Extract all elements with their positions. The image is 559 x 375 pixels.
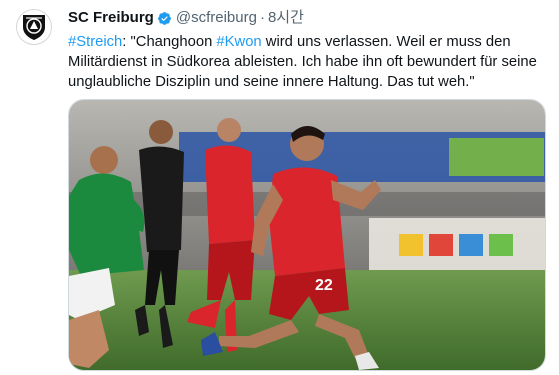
tweet-text-line-1: #Streich: "Changhoon #Kwon wird uns verl… [68,32,546,52]
text-segment: : "Changhoon [122,34,217,50]
hashtag-kwon[interactable]: #Kwon [216,34,261,50]
separator-dot: · [259,9,265,26]
tweet-text-line-2: Militärdienst in Südkorea ableisten. Ich… [68,54,537,70]
avatar[interactable] [16,9,52,45]
hashtag-streich[interactable]: #Streich [68,34,122,50]
verified-badge-icon [157,11,171,25]
tweet-photo[interactable]: 22 [68,99,546,371]
text-segment: wird uns verlassen. Weil er muss den [261,34,511,50]
jersey-number: 22 [315,277,333,294]
tweet-text-line-3: unglaubliche Disziplin und seine innere … [68,74,475,90]
author-handle[interactable]: @scfreiburg [176,8,257,28]
tweet-timestamp[interactable]: 8시간 [268,8,304,28]
tweet-text: #Streich: "Changhoon #Kwon wird uns verl… [68,32,546,92]
tweet-card[interactable]: SC Freiburg @scfreiburg · 8시간 #Streich: … [0,0,559,375]
sc-freiburg-logo [23,15,45,40]
match-photo-illustration: 22 [69,100,545,370]
tweet-header: SC Freiburg @scfreiburg · 8시간 [68,8,304,28]
author-name[interactable]: SC Freiburg [68,8,154,28]
